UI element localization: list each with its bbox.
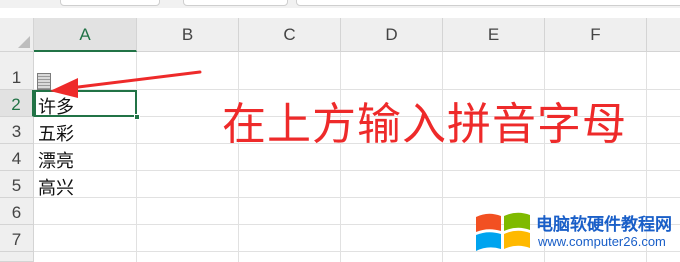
row-header-4[interactable]: 4: [0, 144, 34, 171]
toolbar-button-partial[interactable]: [60, 0, 160, 6]
instruction-annotation: 在上方输入拼音字母: [222, 99, 627, 150]
column-header-e[interactable]: E: [443, 18, 545, 52]
toolbar-button-partial[interactable]: [183, 0, 288, 6]
row-header-8-partial[interactable]: [0, 252, 34, 262]
column-header-c[interactable]: C: [239, 18, 341, 52]
row-header-7[interactable]: 7: [0, 225, 34, 252]
column-header-g-partial[interactable]: [647, 18, 680, 52]
row-header-1[interactable]: 1: [0, 52, 34, 90]
row-header-2[interactable]: 2: [0, 90, 34, 117]
column-header-a[interactable]: A: [34, 18, 137, 52]
fill-handle[interactable]: [134, 114, 140, 120]
active-cell-selection[interactable]: [34, 90, 137, 117]
gridline: [442, 52, 443, 262]
watermark-url: www.computer26.com: [538, 234, 666, 249]
gridline: [136, 52, 137, 262]
row-header-5[interactable]: 5: [0, 171, 34, 198]
windows-logo-icon: [476, 212, 530, 251]
gridline: [238, 52, 239, 262]
column-header-d[interactable]: D: [341, 18, 443, 52]
gridline: [34, 170, 680, 171]
formula-bar-partial[interactable]: [296, 0, 680, 6]
gridline: [34, 197, 680, 198]
toolbar-strip: [0, 0, 680, 8]
row-header-3[interactable]: 3: [0, 117, 34, 144]
cell-a5[interactable]: 高兴: [38, 174, 74, 200]
cell-a4[interactable]: 漂亮: [38, 147, 74, 173]
row-header-6[interactable]: 6: [0, 198, 34, 225]
column-header-f[interactable]: F: [545, 18, 647, 52]
ime-input-cursor: [37, 73, 51, 90]
cell-a3[interactable]: 五彩: [38, 120, 74, 146]
select-all-corner[interactable]: [0, 18, 34, 52]
select-all-triangle-icon: [18, 36, 30, 48]
watermark-title: 电脑软硬件教程网: [536, 215, 672, 235]
gridline: [34, 251, 680, 252]
column-header-b[interactable]: B: [137, 18, 239, 52]
gridline: [340, 52, 341, 262]
